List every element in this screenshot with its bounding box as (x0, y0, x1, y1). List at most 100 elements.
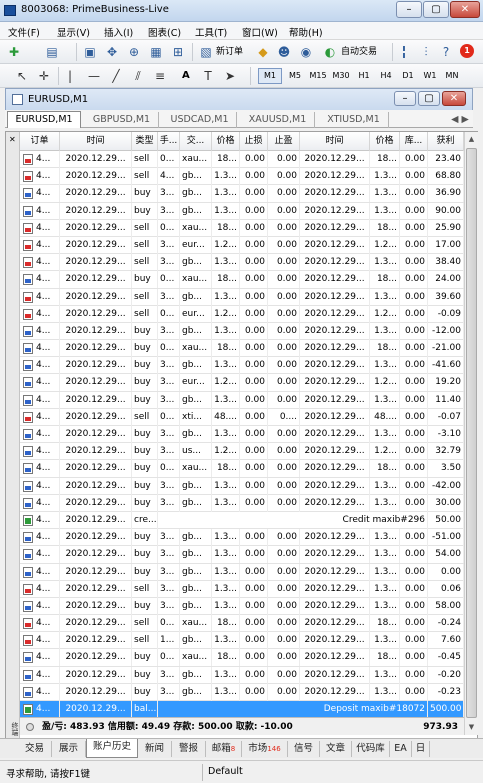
bottom-tab-2[interactable]: 账户历史 (86, 739, 138, 758)
timeframe-m5[interactable]: M5 (284, 68, 306, 84)
table-row[interactable]: 4... 2020.12.29... buy 3... gb... 1.3... 0.00 0… (20, 494, 464, 512)
bottom-tab-5[interactable]: 邮箱8 (206, 741, 242, 757)
navigator-icon[interactable]: ✥ (104, 43, 120, 61)
col-sl[interactable]: 止损 (240, 132, 268, 151)
table-row[interactable]: 4... 2020.12.29... buy 3... gb... 1.3... 0.00 0… (20, 426, 464, 444)
timeframe-h4[interactable]: H4 (376, 68, 396, 84)
close-button[interactable]: ✕ (450, 1, 480, 18)
bar-chart-icon[interactable]: ╏ (396, 43, 412, 61)
table-row[interactable]: 4... 2020.12.29... buy 3... gb... 1.3... 0.00 0… (20, 391, 464, 409)
table-row[interactable]: 4... 2020.12.29... sell 0... xti... 48.... 0.0… (20, 408, 464, 426)
table-row[interactable]: 4... 2020.12.29... buy 3... gb... 1.3... 0.00 0… (20, 666, 464, 684)
crosshair-icon[interactable]: ✛ (36, 67, 52, 85)
auto-trading-icon[interactable]: ◐ (322, 43, 338, 61)
bottom-tab-10[interactable]: EA (390, 741, 412, 757)
table-row[interactable]: 4... 2020.12.29... buy 3... gb... 1.3... 0.00 0… (20, 202, 464, 220)
timeframe-w1[interactable]: W1 (420, 68, 440, 84)
trendline-icon[interactable]: ╱ (108, 67, 124, 85)
data-window-icon[interactable]: ⊕ (126, 43, 142, 61)
table-row[interactable]: 4... 2020.12.29... buy 3... gb... 1.3... 0.00 0… (20, 529, 464, 547)
col-close-price[interactable]: 价格 (370, 132, 400, 151)
menu-file[interactable]: 文件(F) (8, 25, 40, 39)
table-row[interactable]: 4... 2020.12.29... buy 0... xau... 18... 0.00 0… (20, 340, 464, 358)
table-row[interactable]: 4... 2020.12.29... buy 0... xau... 18... 0.00 0… (20, 649, 464, 667)
horizontal-line-icon[interactable]: — (86, 67, 102, 85)
strategy-tester-icon[interactable]: ⊞ (170, 43, 186, 61)
period-separator-icon[interactable]: ⫶ (418, 43, 434, 61)
chart-tab-eurusd[interactable]: EURUSD,M1 (7, 111, 81, 128)
table-row[interactable]: 4... 2020.12.29... buy 0... xau... 18... 0.00 0… (20, 460, 464, 478)
notification-badge[interactable]: 1 (460, 44, 474, 58)
bottom-tab-9[interactable]: 代码库 (352, 741, 390, 757)
bottom-tab-8[interactable]: 文章 (320, 741, 352, 757)
table-row[interactable]: 4... 2020.12.29... sell 4... gb... 1.3... 0.00… (20, 168, 464, 186)
bottom-tab-3[interactable]: 新闻 (138, 741, 172, 757)
menu-insert[interactable]: 插入(I) (104, 25, 133, 39)
new-order-icon[interactable]: ▧ (198, 43, 214, 61)
table-row[interactable]: 4... 2020.12.29... sell 1... gb... 1.3... 0.00… (20, 632, 464, 650)
table-row[interactable]: 4... 2020.12.29... buy 3... gb... 1.3... 0.00 0… (20, 683, 464, 701)
fibonacci-icon[interactable]: ≡ (152, 67, 168, 85)
chart-maximize-button[interactable]: ▢ (418, 91, 440, 106)
timeframe-h1[interactable]: H1 (354, 68, 374, 84)
col-time[interactable]: 时间 (60, 132, 132, 151)
table-row[interactable]: 4... 2020.12.29... sell 3... gb... 1.3... 0.00… (20, 288, 464, 306)
table-row[interactable]: 4... 2020.12.29... buy 3... gb... 1.3... 0.00 0… (20, 477, 464, 495)
market-watch-icon[interactable]: ▣ (82, 43, 98, 61)
help-icon[interactable]: ? (438, 43, 454, 61)
menu-charts[interactable]: 图表(C) (148, 25, 181, 39)
table-row[interactable]: 4... 2020.12.29... sell 3... gb... 1.3... 0.00… (20, 580, 464, 598)
table-row[interactable]: 4... 2020.12.29... buy 3... us... 1.2... 0.00 0… (20, 443, 464, 461)
chart-tab-xtiusd[interactable]: XTIUSD,M1 (319, 112, 389, 128)
bottom-tab-11[interactable]: 日 (412, 741, 430, 757)
metaeditor-icon[interactable]: ◆ (255, 43, 271, 61)
scroll-up-icon[interactable]: ▲ (465, 132, 478, 146)
table-row[interactable]: 4... 2020.12.29... sell 0... xau... 18... 0.00… (20, 615, 464, 633)
menu-window[interactable]: 窗口(W) (242, 25, 278, 39)
scroll-down-icon[interactable]: ▼ (465, 720, 478, 734)
col-price[interactable]: 价格 (212, 132, 240, 151)
table-row[interactable]: 4... 2020.12.29... buy 3... gb... 1.3... 0.00 0… (20, 322, 464, 341)
bottom-tab-0[interactable]: 交易 (18, 741, 52, 757)
chart-tabs-scroll[interactable]: ◀ ▶ (449, 112, 471, 128)
table-row[interactable]: 4... 2020.12.29... buy 3... gb... 1.3... 0.00 0… (20, 357, 464, 375)
text-tool[interactable]: A (180, 67, 192, 85)
profiles-icon[interactable]: ▤ (44, 43, 60, 61)
table-row[interactable]: 4... 2020.12.29... sell 0... xau... 18... 0.00… (20, 151, 464, 169)
vertical-line-icon[interactable]: | (62, 67, 78, 85)
table-row[interactable]: 4... 2020.12.29... cre... 50.00 Credit maxib… (20, 511, 464, 530)
table-row[interactable]: 4... 2020.12.29... buy 3... gb... 1.3... 0.00 0… (20, 546, 464, 564)
new-chart-icon[interactable]: ✚ (6, 43, 22, 61)
col-lots[interactable]: 手... (158, 132, 180, 151)
table-row[interactable]: 4... 2020.12.29... sell 0... xau... 18... 0.00… (20, 219, 464, 237)
terminal-close-icon[interactable]: ✕ (9, 136, 16, 144)
chart-minimize-button[interactable]: – (394, 91, 416, 106)
table-row[interactable]: 4... 2020.12.29... buy 3... gb... 1.3... 0.00 0… (20, 185, 464, 203)
chat-icon[interactable]: ☻ (276, 43, 292, 61)
chart-tab-gbpusd[interactable]: GBPUSD,M1 (85, 112, 159, 128)
col-symbol[interactable]: 交... (180, 132, 212, 151)
table-row[interactable]: 4... 2020.12.29... buy 0... xau... 18... 0.00 0… (20, 271, 464, 289)
timeframe-m30[interactable]: M30 (330, 68, 352, 84)
arrows-icon[interactable]: ➤ (222, 67, 238, 85)
table-row[interactable]: 4... 2020.12.29... sell 0... eur... 1.2... 0.0… (20, 305, 464, 323)
chart-close-button[interactable]: ✕ (442, 91, 466, 106)
col-type[interactable]: 类型 (132, 132, 158, 151)
menu-help[interactable]: 帮助(H) (289, 25, 323, 39)
table-row[interactable]: 4... 2020.12.29... buy 3... eur... 1.2... 0.00… (20, 374, 464, 392)
auto-trading-button[interactable]: 自动交易 (339, 43, 379, 61)
maximize-button[interactable]: ▢ (423, 1, 449, 18)
bottom-tab-7[interactable]: 信号 (288, 741, 320, 757)
channel-icon[interactable]: ⫽ (130, 67, 146, 85)
col-order[interactable]: 订单 (20, 132, 60, 151)
bottom-tab-4[interactable]: 警报 (172, 741, 206, 757)
table-row[interactable]: 4... 2020.12.29... bal... 500.00 Deposit max… (20, 701, 464, 719)
bottom-tab-1[interactable]: 展示 (52, 741, 86, 757)
col-tp[interactable]: 止盈 (268, 132, 300, 151)
vertical-scrollbar[interactable]: ▲ ▼ (464, 132, 478, 735)
text-label-icon[interactable]: T (200, 67, 216, 85)
timeframe-m1[interactable]: M1 (258, 68, 282, 84)
scrollbar-thumb[interactable] (466, 148, 477, 718)
timeframe-d1[interactable]: D1 (398, 68, 418, 84)
minimize-button[interactable]: – (396, 1, 422, 18)
